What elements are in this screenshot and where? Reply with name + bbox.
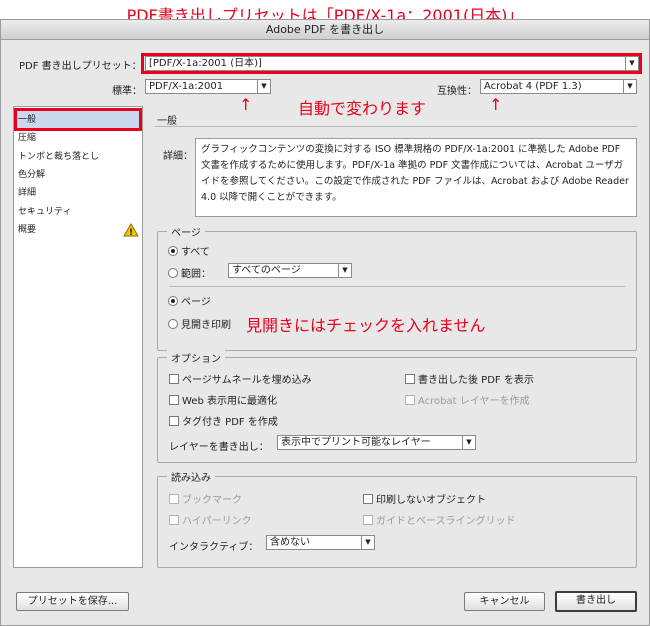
radio-icon (168, 318, 178, 329)
pages-spreads-radio[interactable]: 見開き印刷 (168, 316, 231, 331)
annotation-auto: 自動で変わります (298, 99, 427, 118)
checkbox-icon (169, 373, 179, 384)
chevron-down-icon: ▼ (625, 57, 638, 70)
compat-label: 互換性： (437, 86, 477, 97)
pages-range-label: 範囲： (181, 269, 211, 280)
standard-select[interactable]: PDF/X-1a:2001 ▼ (145, 79, 271, 94)
export-pdf-dialog: Adobe PDF を書き出し PDF 書き出しプリセット： [PDF/X-1a… (0, 19, 650, 626)
view-after-checkbox[interactable]: 書き出した後 PDF を表示 (405, 371, 534, 386)
chevron-down-icon: ▼ (257, 80, 270, 93)
detail-text: グラフィックコンテンツの変換に対する ISO 標準規格の PDF/X-1a:20… (195, 138, 637, 217)
compat-select[interactable]: Acrobat 4 (PDF 1.3) ▼ (480, 79, 637, 94)
panel-title: 一般 (157, 116, 177, 127)
checkbox-icon (169, 415, 179, 426)
sidebar-item-marks-bleeds[interactable]: トンボと裁ち落とし (14, 148, 99, 166)
interactive-label: インタラクティブ： (169, 542, 259, 553)
chevron-down-icon: ▼ (338, 264, 351, 277)
annotation-arrow-right: ↑ (489, 95, 503, 114)
hyperlinks-checkbox: ハイパーリンク (169, 512, 252, 527)
sidebar-item-output[interactable]: 色分解 (14, 166, 45, 184)
bookmarks-checkbox: ブックマーク (169, 491, 242, 506)
guides-label: ガイドとベースライングリッド (376, 516, 516, 527)
compat-value: Acrobat 4 (PDF 1.3) (484, 81, 582, 92)
export-button[interactable]: 書き出し (555, 591, 637, 612)
optimize-web-label: Web 表示用に最適化 (182, 396, 277, 407)
checkbox-icon (169, 514, 179, 525)
preset-value: [PDF/X-1a:2001 (日本)] (149, 58, 262, 69)
checkbox-icon (405, 394, 415, 405)
pages-divider (169, 286, 625, 287)
options-group-title: オプション (167, 350, 225, 365)
interactive-value: 含めない (270, 537, 310, 548)
chevron-down-icon: ▼ (361, 536, 374, 549)
pages-pages-label: ページ (181, 297, 211, 308)
embed-thumbnails-label: ページサムネールを埋め込み (182, 375, 312, 386)
include-group-title: 読み込み (167, 469, 215, 484)
pages-range-select[interactable]: すべてのページ ▼ (228, 263, 352, 278)
radio-icon (168, 267, 178, 278)
view-after-label: 書き出した後 PDF を表示 (418, 375, 534, 386)
pages-pages-radio[interactable]: ページ (168, 293, 211, 308)
warning-glyph: ! (129, 228, 133, 237)
pages-all-radio[interactable]: すべて (168, 243, 210, 258)
chevron-down-icon: ▼ (462, 436, 475, 449)
sidebar-item-summary[interactable]: 概要 (14, 221, 36, 239)
checkbox-icon (363, 514, 373, 525)
window-title: Adobe PDF を書き出し (1, 20, 649, 40)
radio-icon (168, 245, 178, 256)
layers-value: 表示中でプリント可能なレイヤー (281, 437, 431, 448)
acrobat-layers-label: Acrobat レイヤーを作成 (418, 396, 530, 407)
interactive-select[interactable]: 含めない ▼ (266, 535, 375, 550)
hyperlinks-label: ハイパーリンク (182, 516, 252, 527)
panel-title-divider (155, 126, 637, 127)
preset-select[interactable]: [PDF/X-1a:2001 (日本)] ▼ (145, 56, 639, 71)
checkbox-icon (169, 493, 179, 504)
standard-label: 標準： (112, 86, 142, 97)
embed-thumbnails-checkbox[interactable]: ページサムネールを埋め込み (169, 371, 312, 386)
layers-select[interactable]: 表示中でプリント可能なレイヤー ▼ (277, 435, 476, 450)
category-sidebar: 一般 圧縮 トンボと裁ち落とし 色分解 詳細 セキュリティ 概要 ! (13, 106, 143, 568)
pages-all-label: すべて (181, 247, 210, 258)
annotation-arrow-left: ↑ (239, 95, 253, 114)
nonprinting-checkbox[interactable]: 印刷しないオブジェクト (363, 491, 486, 506)
preset-label: PDF 書き出しプリセット： (19, 61, 142, 72)
chevron-down-icon: ▼ (623, 80, 636, 93)
sidebar-item-general[interactable]: 一般 (14, 111, 36, 129)
warning-icon: ! (123, 223, 139, 237)
pages-range-radio[interactable]: 範囲： (168, 265, 211, 280)
layers-label: レイヤーを書き出し： (169, 442, 269, 453)
bookmarks-label: ブックマーク (182, 495, 242, 506)
guides-checkbox: ガイドとベースライングリッド (363, 512, 516, 527)
pages-range-value: すべてのページ (232, 265, 301, 276)
tagged-pdf-checkbox[interactable]: タグ付き PDF を作成 (169, 413, 278, 428)
radio-icon (168, 295, 178, 306)
save-preset-button[interactable]: プリセットを保存... (16, 592, 129, 611)
tagged-pdf-label: タグ付き PDF を作成 (182, 417, 278, 428)
checkbox-icon (363, 493, 373, 504)
detail-label: 詳細： (163, 151, 193, 162)
cancel-button[interactable]: キャンセル (464, 592, 545, 611)
nonprinting-label: 印刷しないオブジェクト (376, 495, 486, 506)
acrobat-layers-checkbox: Acrobat レイヤーを作成 (405, 392, 529, 407)
sidebar-item-compression[interactable]: 圧縮 (14, 129, 36, 147)
sidebar-item-security[interactable]: セキュリティ (14, 203, 71, 221)
pages-group-title: ページ (167, 224, 205, 239)
sidebar-item-advanced[interactable]: 詳細 (14, 184, 36, 202)
optimize-web-checkbox[interactable]: Web 表示用に最適化 (169, 392, 277, 407)
checkbox-icon (405, 373, 415, 384)
pages-spreads-label: 見開き印刷 (181, 320, 231, 331)
annotation-spreads: 見開きにはチェックを入れません (246, 316, 486, 335)
checkbox-icon (169, 394, 179, 405)
standard-value: PDF/X-1a:2001 (149, 81, 224, 92)
